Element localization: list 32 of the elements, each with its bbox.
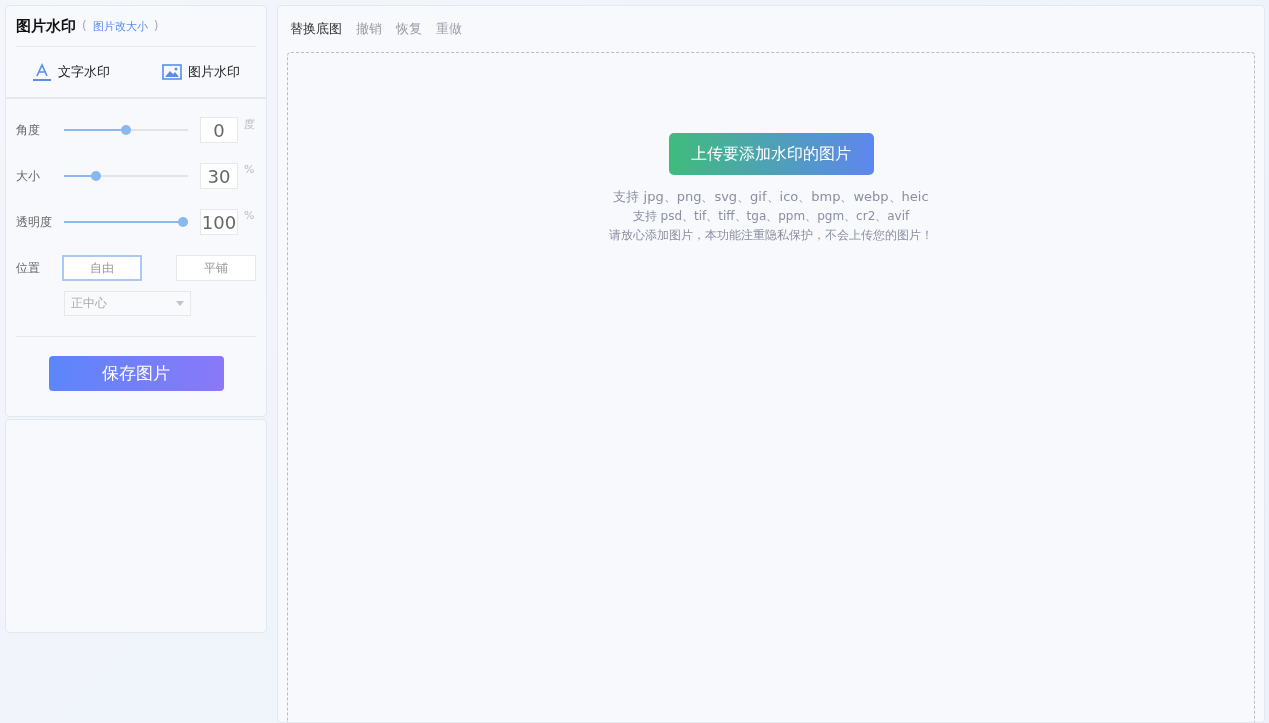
picture-icon <box>162 64 182 80</box>
unit-label: % <box>244 163 255 176</box>
anchor-dropdown[interactable]: 正中心 <box>64 291 191 316</box>
format-note: 请放心添加图片，本功能注重隐私保护，不会上传您的图片！ <box>609 227 933 244</box>
value-field[interactable]: 0 <box>200 117 238 143</box>
value-field[interactable]: 30 <box>200 163 238 189</box>
caret-icon <box>176 301 184 306</box>
unit-label: 度 <box>244 117 255 132</box>
slider-label: 大小 <box>16 167 41 185</box>
toolbar-button[interactable]: 替换底图 <box>287 20 345 38</box>
paren-open: ( <box>82 19 87 33</box>
resize-link[interactable]: 图片改大小 <box>92 18 148 34</box>
unit-label: % <box>244 209 255 222</box>
position-label: 位置 <box>16 259 41 277</box>
drop-zone[interactable]: 上传要添加水印的图片 支持 jpg、png、svg、gif、ico、bmp、webp、heic 支持 psd、tif、tiff、tga、ppm、pgm、cr2、avif 请放心添加图片，本功能注重隐私保护，不会上传您的图片！ <box>287 52 1255 722</box>
slider-label: 透明度 <box>16 213 53 231</box>
format-note: 支持 psd、tif、tiff、tga、ppm、pgm、cr2、avif <box>631 208 911 225</box>
format-note: 支持 jpg、png、svg、gif、ico、bmp、webp、heic <box>612 188 930 206</box>
watermark-tab[interactable]: 文字水印 <box>32 63 110 81</box>
value-field[interactable]: 100 <box>200 209 238 235</box>
slider-thumb[interactable] <box>178 217 188 227</box>
position-mode-button[interactable]: 自由 <box>62 255 142 281</box>
slider-thumb[interactable] <box>91 171 102 181</box>
watermark-tab[interactable]: 图片水印 <box>162 63 240 81</box>
panel-title: 图片水印 <box>16 16 76 36</box>
save-button[interactable]: 保存图片 <box>48 356 224 391</box>
letter-a-icon <box>32 63 52 81</box>
upload-button[interactable]: 上传要添加水印的图片 <box>668 133 874 175</box>
slider-thumb[interactable] <box>121 125 131 135</box>
slider-label: 角度 <box>16 121 41 139</box>
paren-close: ) <box>153 19 159 33</box>
position-mode-button[interactable]: 平铺 <box>176 255 256 281</box>
